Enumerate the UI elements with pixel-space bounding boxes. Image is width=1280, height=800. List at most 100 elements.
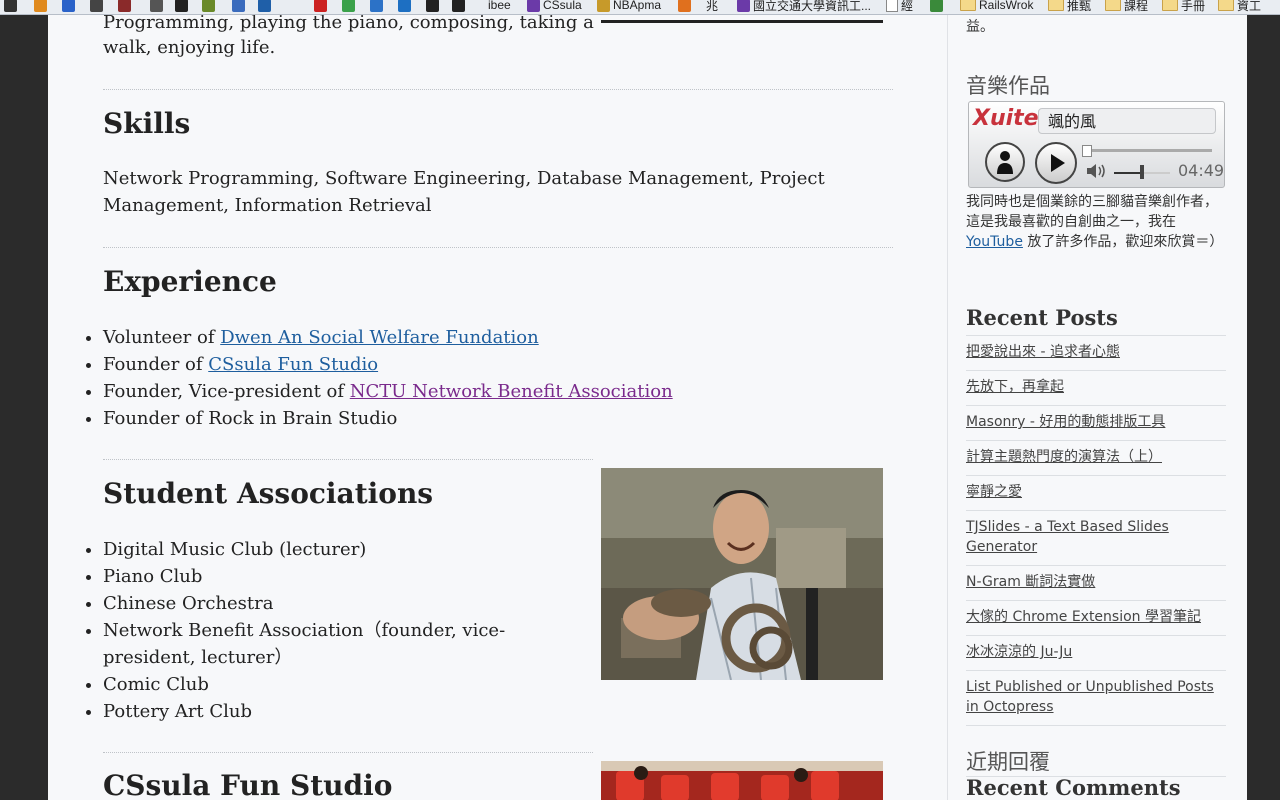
sidebar-fragment-text: 益。 xyxy=(966,19,994,35)
progress-track[interactable] xyxy=(1082,149,1212,152)
recent-post-link[interactable]: List Published or Unpublished Posts in O… xyxy=(966,679,1214,715)
bookmark-2[interactable] xyxy=(62,0,75,13)
main-content: Programming, playing the piano, composin… xyxy=(48,15,947,800)
recent-post-item: N-Gram 斷詞法實做 xyxy=(966,565,1226,600)
studio-photo xyxy=(601,761,883,800)
trello-icon xyxy=(398,0,411,12)
experience-link[interactable]: Dwen An Social Welfare Fundation xyxy=(220,327,539,348)
photo-edge xyxy=(601,20,883,23)
bookmark-14[interactable] xyxy=(426,0,439,13)
bookmark-10[interactable] xyxy=(314,0,327,13)
bookmark-25[interactable]: 推甄 xyxy=(1048,0,1091,13)
bookmark-9[interactable] xyxy=(258,0,271,13)
experience-prefix: Volunteer of xyxy=(103,327,221,348)
experience-heading: Experience xyxy=(103,265,277,298)
nbapma-icon xyxy=(597,0,610,12)
bookmark-21[interactable]: 國立交通大學資訊工... xyxy=(737,0,871,13)
bookmark-15[interactable] xyxy=(452,0,465,13)
jtv-icon xyxy=(90,0,103,12)
skills-heading: Skills xyxy=(103,107,191,140)
progress-handle[interactable] xyxy=(1082,145,1092,157)
recent-post-link[interactable]: 大傢的 Chrome Extension 學習筆記 xyxy=(966,609,1201,625)
recent-post-link[interactable]: 冰冰涼涼的 Ju-Ju xyxy=(966,644,1072,660)
bookmarks-bar: ibee CSsula NBApma 兆 國立交通大學資訊工... 經 RailsWrok 推… xyxy=(0,0,1280,15)
recent-post-link[interactable]: 寧靜之愛 xyxy=(966,484,1022,500)
track-time: 04:49 xyxy=(1178,161,1225,180)
b-icon xyxy=(62,0,75,12)
volume-handle[interactable] xyxy=(1140,165,1144,179)
cup-icon xyxy=(118,0,131,12)
bookmark-label: 課程 xyxy=(1124,0,1149,13)
doc-icon xyxy=(886,0,898,12)
grid-icon xyxy=(930,0,943,12)
recent-comments-heading: Recent Comments xyxy=(966,775,1181,800)
bookmark-0[interactable] xyxy=(4,0,17,13)
bookmark-27[interactable]: 手冊 xyxy=(1162,0,1205,13)
bookmark-24[interactable]: RailsWrok xyxy=(960,0,1033,13)
bookmark-16[interactable]: ibee xyxy=(488,0,511,13)
skills-text: Network Programming, Software Engineerin… xyxy=(103,168,825,216)
recent-post-item: TJSlides - a Text Based Slides Generator xyxy=(966,510,1226,565)
recent-post-link[interactable]: 把愛說出來 - 追求者心態 xyxy=(966,344,1120,360)
experience-item: Founder of Rock in Brain Studio xyxy=(103,405,803,432)
xuite-logo: Xuite xyxy=(973,106,1039,131)
experience-link[interactable]: CSsula Fun Studio xyxy=(208,354,378,375)
bookmark-label: 手冊 xyxy=(1181,0,1206,13)
bookmark-3[interactable] xyxy=(90,0,103,13)
web-page: Programming, playing the piano, composin… xyxy=(48,15,1247,800)
associations-list: Digital Music Club (lecturer)Piano ClubC… xyxy=(83,536,565,725)
recent-posts-list: 把愛說出來 - 追求者心態 先放下，再拿起 Masonry - 好用的動態排版工具計… xyxy=(966,335,1226,726)
recent-post-item: 把愛說出來 - 追求者心態 xyxy=(966,335,1226,370)
bookmark-4[interactable] xyxy=(118,0,131,13)
bookmark-6[interactable] xyxy=(175,0,188,13)
studio-heading: CSsula Fun Studio xyxy=(103,769,393,800)
recent-post-link[interactable]: TJSlides - a Text Based Slides Generator xyxy=(966,519,1169,555)
bookmark-18[interactable]: NBApma xyxy=(597,0,661,13)
bookmark-28[interactable]: 資工 xyxy=(1218,0,1261,13)
association-item: Digital Music Club (lecturer) xyxy=(103,536,565,563)
w3-icon xyxy=(370,0,383,12)
section-divider xyxy=(103,752,593,753)
bookmark-22[interactable]: 經 xyxy=(886,0,913,13)
recent-post-link[interactable]: 計算主題熱門度的演算法（上） xyxy=(966,449,1162,465)
bookmark-1[interactable] xyxy=(34,0,47,13)
associations-heading: Student Associations xyxy=(103,477,434,510)
bookmark-17[interactable]: CSsula xyxy=(527,0,582,13)
play-icon xyxy=(1051,154,1065,172)
recent-post-item: 計算主題熱門度的演算法（上） xyxy=(966,440,1226,475)
music-desc-pre: 我同時也是個業餘的三腳貓音樂創作者，這是我最喜歡的自創曲之一，我在 xyxy=(966,194,1218,230)
play-button[interactable] xyxy=(1035,142,1077,184)
music-description: 我同時也是個業餘的三腳貓音樂創作者，這是我最喜歡的自創曲之一，我在 YouTube… xyxy=(966,192,1226,252)
folder-icon xyxy=(1218,0,1234,11)
recent-post-link[interactable]: 先放下，再拿起 xyxy=(966,379,1064,395)
profile-button[interactable] xyxy=(985,142,1025,182)
bookmark-23[interactable] xyxy=(930,0,943,13)
experience-prefix: Founder of Rock in Brain Studio xyxy=(103,408,398,429)
intro-text-line1: Programming, playing the piano, composin… xyxy=(103,15,594,33)
experience-list: Volunteer of Dwen An Social Welfare Fund… xyxy=(83,324,803,432)
volume-icon[interactable] xyxy=(1085,162,1109,180)
chart-icon xyxy=(678,0,691,12)
bookmark-19[interactable] xyxy=(678,0,691,13)
bookmark-7[interactable] xyxy=(202,0,215,13)
experience-link[interactable]: NCTU Network Benefit Association xyxy=(350,381,673,402)
bookmark-label: RailsWrok xyxy=(979,0,1034,12)
c-icon xyxy=(314,0,327,12)
recent-posts-heading: Recent Posts xyxy=(966,305,1118,330)
recent-post-link[interactable]: Masonry - 好用的動態排版工具 xyxy=(966,414,1165,430)
r-icon xyxy=(452,0,465,12)
bookmark-11[interactable] xyxy=(342,0,355,13)
bookmark-20[interactable]: 兆 xyxy=(706,0,718,13)
person-icon xyxy=(997,151,1013,174)
section-divider xyxy=(103,459,593,460)
bookmark-13[interactable] xyxy=(398,0,411,13)
fox-icon xyxy=(34,0,47,12)
bookmark-12[interactable] xyxy=(370,0,383,13)
section-divider xyxy=(103,89,893,90)
bookmark-5[interactable] xyxy=(150,0,163,13)
bookmark-8[interactable] xyxy=(232,0,245,13)
recent-post-link[interactable]: N-Gram 斷詞法實做 xyxy=(966,574,1095,590)
music-heading: 音樂作品 xyxy=(966,74,1050,98)
bookmark-26[interactable]: 課程 xyxy=(1105,0,1148,13)
youtube-link[interactable]: YouTube xyxy=(966,234,1023,250)
